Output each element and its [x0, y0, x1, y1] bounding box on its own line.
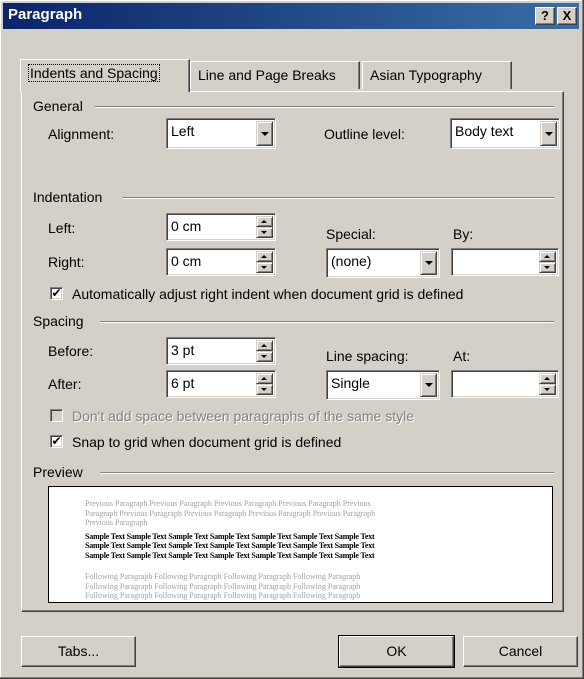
help-button[interactable]: ?	[535, 7, 555, 25]
tab-asian-typography[interactable]: Asian Typography	[362, 61, 512, 89]
indentation-heading: Indentation	[33, 189, 109, 205]
tab-label: Indents and Spacing	[28, 64, 160, 82]
dialog-title: Paragraph	[8, 6, 83, 23]
title-bar[interactable]: Paragraph ? X	[3, 3, 579, 29]
close-button[interactable]: X	[557, 7, 577, 25]
preview-heading: Preview	[33, 464, 89, 480]
tab-label: Asian Typography	[370, 67, 482, 83]
paragraph-dialog: Paragraph ? X Indents and Spacing Line a…	[0, 0, 584, 679]
general-heading: General	[33, 98, 89, 114]
spacing-heading: Spacing	[33, 313, 90, 329]
tab-panel	[21, 91, 564, 612]
tab-line-and-page-breaks[interactable]: Line and Page Breaks	[190, 61, 360, 89]
cancel-button[interactable]: Cancel	[463, 636, 578, 667]
tabs-button[interactable]: Tabs...	[21, 636, 136, 667]
tab-label: Line and Page Breaks	[198, 67, 336, 83]
tab-indents-and-spacing[interactable]: Indents and Spacing	[20, 59, 190, 92]
ok-button[interactable]: OK	[338, 635, 455, 668]
